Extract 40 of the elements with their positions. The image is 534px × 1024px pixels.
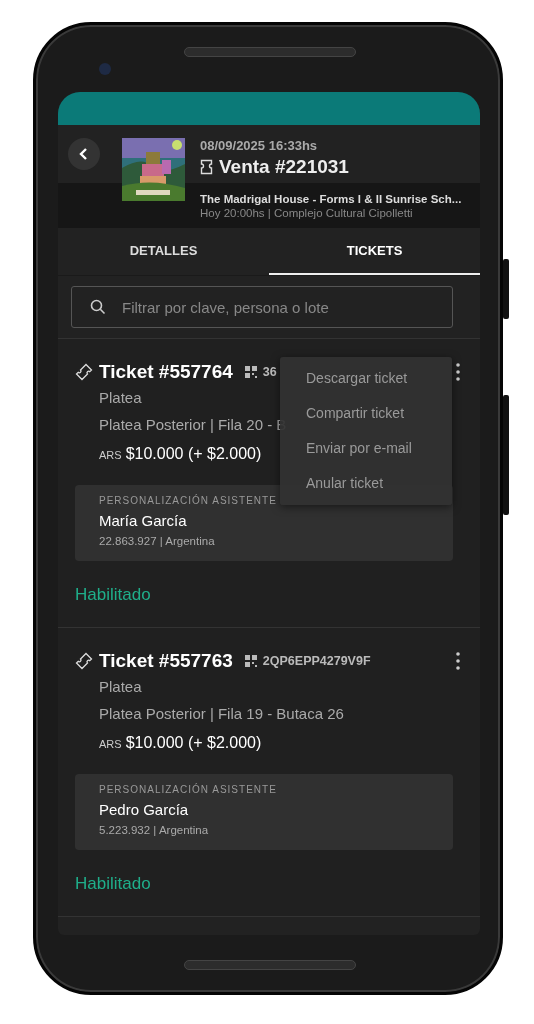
ticket-icon <box>75 363 93 381</box>
currency-label: ARS <box>99 738 122 750</box>
ticket-title: Ticket #557763 <box>99 650 233 672</box>
event-subtitle: Hoy 20:00hs | Complejo Cultural Cipolletti <box>200 206 414 219</box>
back-button[interactable] <box>68 138 100 170</box>
tab[interactable]: DETALLES <box>58 228 269 275</box>
tab[interactable]: TICKETS <box>269 228 480 275</box>
currency-label: ARS <box>99 449 122 461</box>
more-icon <box>456 363 460 381</box>
sale-date: 08/09/2025 16:33hs <box>200 138 319 153</box>
ticket-seat: Platea Posterior | Fila 19 - Butaca 26 <box>99 705 466 722</box>
ticket-code: 2QP6EPP4279V9F <box>262 654 371 668</box>
ticket-code: 36 <box>262 365 277 379</box>
ticket-sector: Platea <box>99 389 143 406</box>
attendee-label: PERSONALIZACIÓN ASISTENTE <box>99 784 278 795</box>
ticket-sector: Platea <box>99 678 143 695</box>
attendee-info: 5.223.932 | Argentina <box>99 824 210 836</box>
ticket-title: Ticket #557764 <box>99 361 233 383</box>
ticket-icon <box>200 159 213 175</box>
event-title: The Madrigal House - Forms I & II Sunrise Sch... <box>200 192 463 205</box>
sale-title: Venta #221031 <box>219 156 349 178</box>
attendee-name: Pedro García <box>99 801 190 818</box>
search-icon <box>90 299 106 315</box>
search-field[interactable]: Filtrar por clave, persona o lote <box>71 286 453 328</box>
attendee-info: 22.863.927 | Argentina <box>99 535 216 547</box>
more-icon <box>456 652 460 670</box>
menu-item[interactable]: Enviar por e-mail <box>280 431 452 466</box>
ticket-status: Habilitado <box>75 874 152 894</box>
menu-item[interactable]: Anular ticket <box>280 466 452 501</box>
camera-lens <box>99 63 111 75</box>
qr-code-icon <box>244 655 257 667</box>
attendee-name: María García <box>99 512 188 529</box>
ticket-icon <box>75 652 93 670</box>
attendee-label: PERSONALIZACIÓN ASISTENTE <box>99 495 278 506</box>
ticket-price: $10.000 (+ $2.000) <box>125 445 262 463</box>
search-input[interactable]: Filtrar por clave, persona o lote <box>120 297 440 317</box>
ticket-price: $10.000 (+ $2.000) <box>125 734 262 752</box>
menu-item[interactable]: Descargar ticket <box>280 361 452 396</box>
ticket-status: Habilitado <box>75 585 152 605</box>
qr-code-icon <box>244 366 257 378</box>
